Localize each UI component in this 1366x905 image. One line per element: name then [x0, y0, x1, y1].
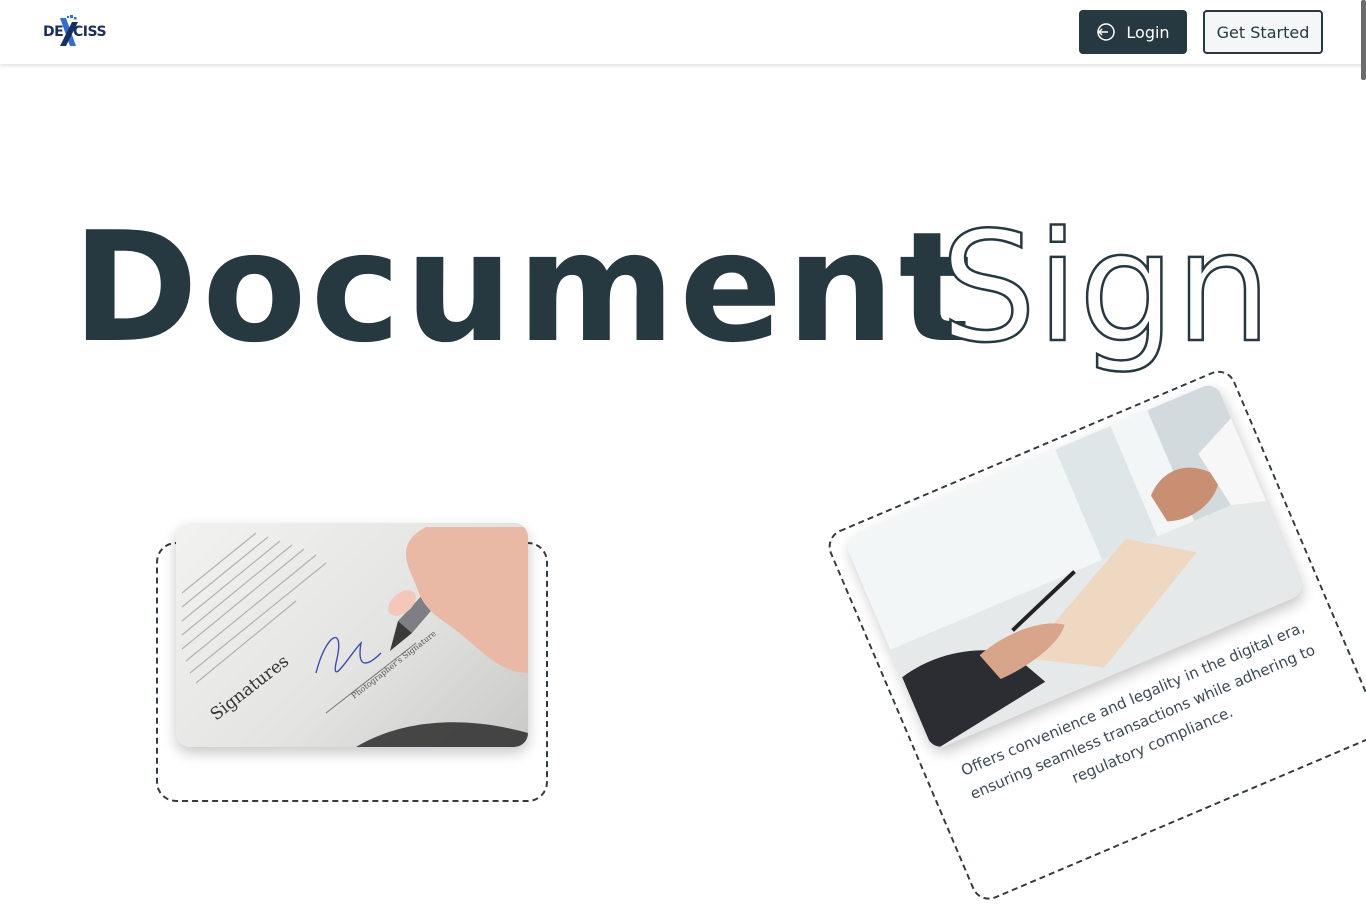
- dexciss-logo[interactable]: DE CISS: [42, 14, 107, 50]
- page-scrollbar-thumb[interactable]: [1361, 0, 1366, 80]
- feature-card-right: Offers convenience and legality in the d…: [823, 365, 1366, 905]
- login-button-label: Login: [1126, 22, 1170, 42]
- get-started-button[interactable]: Get Started: [1203, 10, 1323, 54]
- top-navbar: DE CISS Login Get Started: [0, 0, 1366, 64]
- photo-signatures-heading: Signatures: [207, 651, 293, 724]
- hero-title-solid: Document: [72, 199, 975, 376]
- logo-text-right: CISS: [73, 24, 107, 40]
- login-icon: [1097, 23, 1116, 41]
- signing-photo-illustration: Signatures Photographer's Signature: [181, 527, 528, 747]
- hero-section: Document Sign: [0, 180, 1366, 380]
- hero-title: Document Sign: [72, 198, 1273, 378]
- login-button[interactable]: Login: [1079, 10, 1187, 54]
- hero-title-outline: Sign: [940, 199, 1272, 376]
- signing-document-photo: Signatures Photographer's Signature: [176, 523, 528, 747]
